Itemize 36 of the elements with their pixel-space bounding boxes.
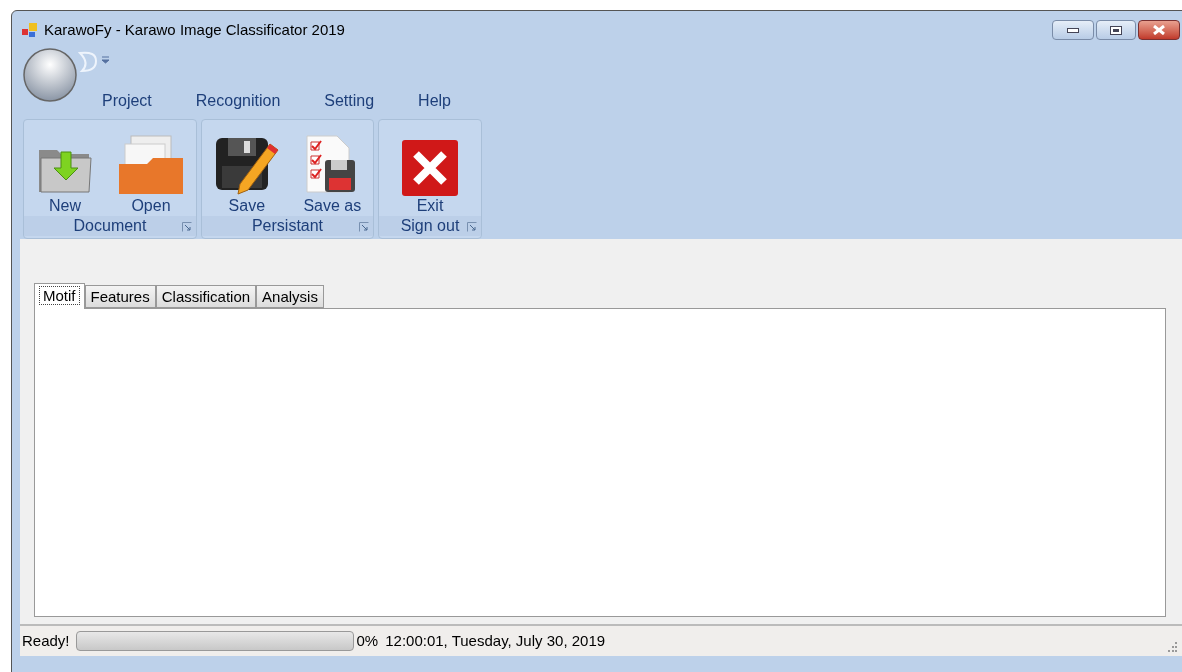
quick-access-icon[interactable] — [78, 51, 112, 73]
app-icon — [22, 23, 38, 37]
status-message: Ready! — [22, 630, 70, 651]
ribbon-tab[interactable]: Recognition — [195, 93, 281, 109]
ribbon-tab[interactable]: Help — [418, 93, 451, 109]
tab[interactable]: Classification — [155, 285, 257, 308]
dialog-launcher-icon[interactable] — [182, 222, 192, 232]
close-icon — [402, 140, 458, 196]
application-orb-icon — [22, 47, 78, 103]
tab[interactable]: Motif — [34, 283, 85, 309]
progress-percent: 0% — [356, 630, 379, 651]
ribbon-button[interactable]: Save — [211, 126, 282, 214]
minimize-icon — [1067, 27, 1079, 33]
tab[interactable]: Analysis — [256, 285, 324, 308]
window-title: KarawoFy - Karawo Image Classificator 2019 — [44, 19, 345, 40]
floppy-pencil-icon — [213, 136, 280, 196]
ribbon-tab[interactable]: Project — [102, 93, 152, 109]
dialog-launcher-icon[interactable] — [359, 222, 369, 232]
status-datetime: 12:00:01, Tuesday, July 30, 2019 — [385, 630, 606, 651]
close-button[interactable] — [1138, 20, 1180, 40]
group-title: Sign out — [400, 218, 460, 234]
close-icon — [1152, 25, 1166, 35]
open-folder-icon — [117, 134, 185, 196]
ribbon-button[interactable]: Open — [115, 126, 187, 214]
maximize-button[interactable] — [1096, 20, 1136, 40]
tab[interactable]: Features — [84, 285, 156, 308]
maximize-icon — [1110, 25, 1122, 35]
group-title: Document — [73, 218, 147, 234]
ribbon-button[interactable]: Save as — [301, 126, 364, 214]
minimize-button[interactable] — [1052, 20, 1094, 40]
dialog-launcher-icon[interactable] — [467, 222, 477, 232]
resize-grip-icon[interactable] — [1166, 641, 1178, 653]
ribbon-button[interactable]: Exit — [400, 126, 460, 214]
group-title: Persistant — [251, 218, 324, 234]
ribbon-button[interactable]: New — [33, 126, 97, 214]
ribbon-tab[interactable]: Setting — [324, 93, 375, 109]
